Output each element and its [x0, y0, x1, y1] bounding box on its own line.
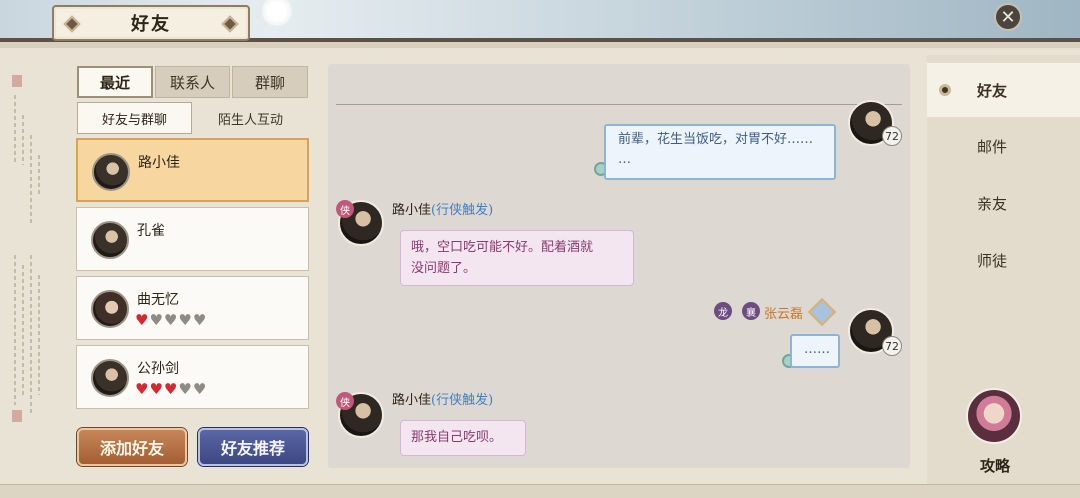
- nav-friends[interactable]: 好友: [927, 63, 1080, 117]
- nav-mail[interactable]: 邮件: [927, 119, 1080, 173]
- heart-icon: ♥: [192, 311, 207, 329]
- heart-icon: ♥: [135, 311, 149, 329]
- avatar: [91, 359, 129, 397]
- message-sender: 路小佳(行侠触发): [392, 203, 494, 218]
- top-divider-light: [0, 42, 1080, 48]
- flower-badge-icon: [807, 297, 837, 327]
- heart-icon: ♥: [163, 311, 178, 329]
- self-name: 张云磊: [764, 307, 804, 322]
- close-button[interactable]: ✕: [994, 3, 1022, 31]
- friend-recommend-button[interactable]: 好友推荐: [198, 428, 308, 466]
- window-title: 好友: [131, 14, 171, 35]
- friend-row-kong-que[interactable]: 孔雀: [76, 207, 309, 271]
- nav-master-apprentice[interactable]: 师徒: [927, 233, 1080, 287]
- guide-label[interactable]: 攻略: [966, 455, 1024, 476]
- message-bubble-npc: 哦，空口吃可能不好。配着酒就 没问题了。: [400, 230, 634, 286]
- nav-relatives[interactable]: 亲友: [927, 176, 1080, 230]
- message-bubble-self: ……: [790, 334, 840, 368]
- message-bubble-npc: 那我自己吃呗。: [400, 420, 526, 456]
- calligraphy-decoration: [0, 55, 60, 485]
- role-badge-icon: 侠: [336, 392, 354, 410]
- trigger-label: (行侠触发): [431, 203, 494, 218]
- chat-divider: [336, 104, 902, 105]
- guide-avatar-button[interactable]: [966, 388, 1022, 444]
- heart-icon: ♥: [135, 380, 149, 398]
- subtab-friends-groups[interactable]: 好友与群聊: [77, 102, 192, 134]
- add-friend-button[interactable]: 添加好友: [77, 428, 187, 466]
- chat-panel[interactable]: 72 前辈，花生当饭吃，对胃不好…… … 侠 路小佳(行侠触发) 哦，空口吃可能…: [328, 64, 910, 468]
- friend-list[interactable]: 路小佳 孔雀 曲无忆 ♥ ♥ ♥ ♥ ♥ 公孙剑 ♥ ♥ ♥ ♥ ♥: [76, 138, 309, 414]
- level-badge: 72: [882, 126, 902, 146]
- heart-icon: ♥: [178, 380, 192, 398]
- friend-row-qu-wuyi[interactable]: 曲无忆 ♥ ♥ ♥ ♥ ♥: [76, 276, 309, 340]
- friend-row-gongsun-jian[interactable]: 公孙剑 ♥ ♥ ♥ ♥ ♥: [76, 345, 309, 409]
- friend-name: 公孙剑: [137, 361, 179, 377]
- diamond-ornament-icon: [63, 15, 81, 33]
- heart-icon: ♥: [178, 311, 192, 329]
- avatar: [91, 290, 129, 328]
- heart-icon: ♥: [192, 380, 207, 398]
- tab-recent[interactable]: 最近: [77, 66, 153, 98]
- subtab-stranger-interactions[interactable]: 陌生人互动: [194, 102, 307, 134]
- role-badge-icon: 侠: [336, 200, 354, 218]
- tab-contacts[interactable]: 联系人: [155, 66, 230, 98]
- avatar: [91, 221, 129, 259]
- heart-icon: ♥: [149, 380, 163, 398]
- title-chip-icon: 龙: [714, 302, 732, 320]
- trigger-label: (行侠触发): [431, 393, 494, 408]
- heart-icon: ♥: [163, 380, 178, 398]
- tab-group-chat[interactable]: 群聊: [232, 66, 308, 98]
- message-sender: 路小佳(行侠触发): [392, 393, 494, 408]
- affinity-hearts: ♥ ♥ ♥ ♥ ♥: [135, 380, 206, 398]
- level-badge: 72: [882, 336, 902, 356]
- friend-name: 曲无忆: [137, 292, 179, 308]
- message-bubble-self: 前辈，花生当饭吃，对胃不好…… …: [604, 124, 836, 180]
- bottom-band: [0, 484, 1080, 498]
- heart-icon: ♥: [149, 311, 163, 329]
- title-chip: 襄: [742, 302, 760, 320]
- seal-stamp-icon: [12, 75, 22, 87]
- selected-dot-icon: [939, 84, 951, 96]
- friend-row-lu-xiaojia[interactable]: 路小佳: [76, 138, 309, 202]
- window-title-plate: 好友: [52, 5, 250, 41]
- diamond-ornament-icon: [221, 15, 239, 33]
- affinity-hearts: ♥ ♥ ♥ ♥ ♥: [135, 311, 206, 329]
- friend-name: 孔雀: [137, 223, 165, 239]
- avatar: [92, 153, 130, 191]
- friend-name: 路小佳: [138, 155, 180, 171]
- seal-stamp-icon: [12, 410, 22, 422]
- close-icon: ✕: [1000, 6, 1016, 28]
